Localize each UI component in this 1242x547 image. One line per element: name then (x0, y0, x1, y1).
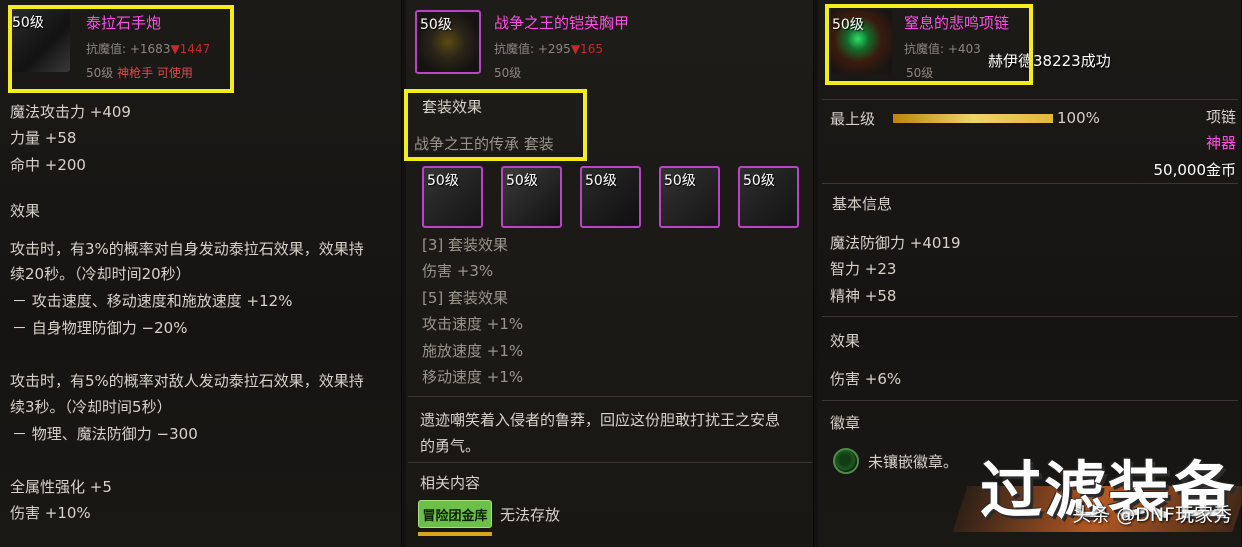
grade-bar (893, 114, 1053, 123)
stat-line: 魔法攻击力 +409 (10, 103, 131, 121)
related-header: 相关内容 (420, 474, 481, 492)
emblem-socket-icon (833, 448, 859, 474)
grade-percent: 100% (1057, 109, 1100, 127)
emblem-status: 未镶嵌徽章。 (868, 453, 959, 471)
grade-label: 最上级 (830, 110, 876, 128)
rarity-label: 神器 (1205, 134, 1236, 152)
watermark-credit: 头条 @DNF玩家秀 (1072, 504, 1232, 526)
effect-line: 伤害 +6% (830, 370, 902, 388)
set-bonus-line: 移动速度 +1% (422, 368, 524, 386)
slot-type: 项链 (1205, 108, 1236, 126)
effect-line: 伤害 +10% (10, 504, 91, 522)
effect-line: － 自身物理防御力 −20% (12, 319, 188, 337)
set-bonus-line: [5] 套装效果 (422, 289, 509, 307)
stat-line: 智力 +23 (830, 260, 897, 278)
flavor-text: 的勇气。 (420, 437, 481, 455)
set-bonus-line: 伤害 +3% (422, 262, 494, 280)
divider (822, 316, 1238, 317)
item-tooltip-hand-cannon: 50级 泰拉石手炮 抗魔值: +1683▼1447 50级 神枪手 可使用 魔法… (0, 0, 402, 547)
effect-line: 续3秒。（冷却时间5秒） (10, 398, 172, 416)
set-item-slot[interactable]: 50级 (659, 166, 720, 228)
divider (822, 99, 1238, 100)
set-item-slot[interactable]: 50级 (422, 166, 483, 228)
item-name: 战争之王的铠英胸甲 (494, 14, 630, 32)
effect-line: － 物理、魔法防御力 −300 (12, 425, 198, 443)
set-item-slot[interactable]: 50级 (501, 166, 562, 228)
effect-line: － 攻击速度、移动速度和施放速度 +12% (12, 292, 293, 310)
effect-line: 全属性强化 +5 (10, 478, 112, 496)
effect-line: 续20秒。（冷却时间20秒） (10, 265, 191, 283)
divider (822, 183, 1238, 184)
price-value: 50,000金币 (1153, 161, 1237, 179)
stat-line: 命中 +200 (10, 156, 86, 174)
divider (408, 462, 812, 463)
set-item-slot[interactable]: 50级 (580, 166, 641, 228)
set-bonus-line: 施放速度 +1% (422, 342, 524, 360)
storage-status: 无法存放 (500, 506, 561, 524)
highlight-box (825, 4, 1033, 85)
set-name: 战争之王的传承 套装 (414, 135, 554, 153)
set-bonus-line: 攻击速度 +1% (422, 315, 524, 333)
effect-line: 攻击时，有3%的概率对自身发动泰拉石效果，效果持 (10, 240, 364, 258)
basic-header: 基本信息 (832, 195, 893, 213)
grade-bar-fill (893, 114, 1053, 123)
stat-line: 魔法防御力 +4019 (830, 234, 961, 252)
flavor-text: 遗迹嘲笑着入侵者的鲁莽，回应这份胆敢打扰王之安息 (420, 411, 781, 429)
effect-header: 效果 (10, 202, 41, 220)
emblem-header: 徽章 (830, 414, 861, 432)
adventure-vault-badge: 冒险团金库 (418, 500, 492, 528)
badge-underline (418, 532, 492, 536)
stat-line: 精神 +58 (830, 287, 897, 305)
divider (408, 396, 812, 397)
resist-value: 抗魔值: +295▼165 (494, 42, 603, 56)
requirement: 50级 (494, 66, 522, 80)
set-bonus-line: [3] 套装效果 (422, 236, 509, 254)
stat-line: 力量 +58 (10, 129, 77, 147)
item-level: 50级 (420, 17, 452, 33)
set-header: 套装效果 (422, 98, 483, 116)
highlight-box (8, 5, 234, 93)
effect-header: 效果 (830, 332, 861, 350)
divider (822, 400, 1238, 401)
effect-line: 攻击时，有5%的概率对敌人发动泰拉石效果，效果持 (10, 372, 364, 390)
set-item-slot[interactable]: 50级 (738, 166, 799, 228)
